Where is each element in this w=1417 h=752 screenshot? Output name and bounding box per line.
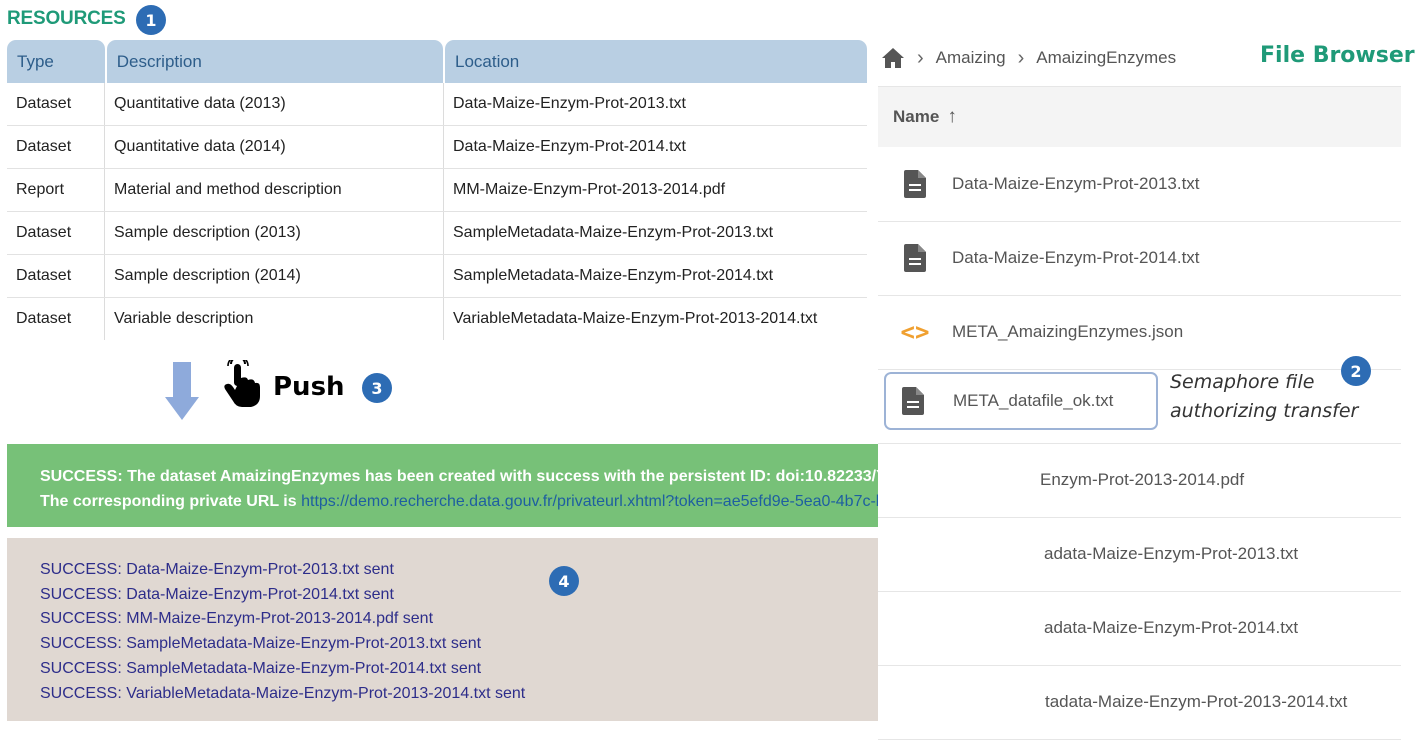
step-badge-1: 1 bbox=[136, 5, 166, 35]
column-header-location[interactable]: Location bbox=[444, 40, 867, 83]
name-header-label: Name bbox=[893, 107, 940, 126]
code-icon: <> bbox=[900, 318, 930, 346]
cell-type: Dataset bbox=[7, 298, 105, 340]
semaphore-annotation: Semaphore file authorizing transfer bbox=[1170, 368, 1358, 426]
step-badge-2: 2 bbox=[1341, 356, 1371, 386]
cell-description: Sample description (2013) bbox=[105, 212, 444, 254]
document-icon bbox=[904, 244, 926, 272]
table-row[interactable]: Report Material and method description M… bbox=[7, 169, 867, 212]
cell-description: Sample description (2014) bbox=[105, 255, 444, 297]
column-header-type[interactable]: Type bbox=[7, 40, 105, 83]
cell-type: Dataset bbox=[7, 83, 105, 125]
file-name: tadata-Maize-Enzym-Prot-2013-2014.txt bbox=[1045, 692, 1348, 711]
file-row[interactable]: Enzym-Prot-2013-2014.pdf bbox=[878, 443, 1401, 518]
breadcrumb-item[interactable]: Amaizing bbox=[936, 48, 1006, 68]
step-badge-3: 3 bbox=[362, 373, 392, 403]
resources-table: Type Description Location Dataset Quanti… bbox=[7, 40, 867, 340]
cell-location: VariableMetadata-Maize-Enzym-Prot-2013-2… bbox=[453, 310, 818, 327]
file-name: Enzym-Prot-2013-2014.pdf bbox=[1040, 470, 1245, 489]
table-row[interactable]: Dataset Sample description (2013) Sample… bbox=[7, 212, 867, 255]
table-row[interactable]: Dataset Quantitative data (2013) Data-Ma… bbox=[7, 83, 867, 126]
cell-location: Data-Maize-Enzym-Prot-2014.txt bbox=[453, 138, 686, 155]
table-row[interactable]: Dataset Variable description VariableMet… bbox=[7, 298, 867, 340]
cell-type: Dataset bbox=[7, 126, 105, 168]
file-row[interactable]: adata-Maize-Enzym-Prot-2014.txt bbox=[878, 591, 1401, 666]
cell-type: Report bbox=[7, 169, 105, 211]
semaphore-line-2: authorizing transfer bbox=[1170, 400, 1359, 422]
chevron-right-icon: › bbox=[917, 46, 924, 69]
cell-description: Quantitative data (2013) bbox=[105, 83, 444, 125]
table-header: Type Description Location bbox=[7, 40, 867, 83]
file-name: Data-Maize-Enzym-Prot-2013.txt bbox=[952, 174, 1200, 193]
file-name: META_datafile_ok.txt bbox=[953, 391, 1114, 410]
file-row[interactable]: Data-Maize-Enzym-Prot-2013.txt bbox=[878, 147, 1401, 222]
file-name: Data-Maize-Enzym-Prot-2014.txt bbox=[952, 248, 1200, 267]
private-url-prefix: The corresponding private URL is bbox=[40, 493, 302, 510]
file-row[interactable]: <> META_AmaizingEnzymes.json bbox=[878, 295, 1401, 370]
breadcrumb-item[interactable]: AmaizingEnzymes bbox=[1036, 48, 1176, 68]
home-icon[interactable] bbox=[881, 47, 905, 69]
cell-location: SampleMetadata-Maize-Enzym-Prot-2013.txt bbox=[453, 224, 774, 241]
cell-location: Data-Maize-Enzym-Prot-2013.txt bbox=[453, 95, 686, 112]
resources-title: RESOURCES bbox=[7, 8, 126, 29]
cell-type: Dataset bbox=[7, 212, 105, 254]
chevron-right-icon: › bbox=[1017, 46, 1025, 69]
column-header-description[interactable]: Description bbox=[106, 40, 443, 83]
file-browser-title: File Browser bbox=[1260, 43, 1415, 68]
cell-description: Material and method description bbox=[105, 169, 444, 211]
file-row[interactable]: Data-Maize-Enzym-Prot-2014.txt bbox=[878, 221, 1401, 296]
table-row[interactable]: Dataset Quantitative data (2014) Data-Ma… bbox=[7, 126, 867, 169]
down-arrow-shaft bbox=[173, 362, 191, 398]
step-badge-4: 4 bbox=[549, 566, 579, 596]
cell-description: Variable description bbox=[105, 298, 444, 340]
cell-location: MM-Maize-Enzym-Prot-2013-2014.pdf bbox=[453, 181, 726, 198]
file-name: adata-Maize-Enzym-Prot-2014.txt bbox=[1044, 618, 1299, 637]
sort-ascending-icon: ↑ bbox=[947, 106, 957, 127]
file-name: META_AmaizingEnzymes.json bbox=[952, 322, 1184, 341]
push-label: Push bbox=[273, 372, 345, 402]
table-row[interactable]: Dataset Sample description (2014) Sample… bbox=[7, 255, 867, 298]
document-icon bbox=[902, 387, 924, 415]
file-row[interactable]: adata-Maize-Enzym-Prot-2013.txt bbox=[878, 517, 1401, 592]
name-column-header[interactable]: Name ↑ bbox=[878, 86, 1401, 147]
file-row[interactable]: tadata-Maize-Enzym-Prot-2013-2014.txt bbox=[878, 665, 1401, 740]
cell-location: SampleMetadata-Maize-Enzym-Prot-2014.txt bbox=[453, 267, 774, 284]
hand-pointer-icon[interactable] bbox=[220, 360, 260, 408]
document-icon bbox=[904, 170, 926, 198]
cell-description: Quantitative data (2014) bbox=[105, 126, 444, 168]
cell-type: Dataset bbox=[7, 255, 105, 297]
file-name: adata-Maize-Enzym-Prot-2013.txt bbox=[1044, 544, 1299, 563]
down-arrow-icon bbox=[165, 397, 199, 420]
semaphore-line-1: Semaphore file bbox=[1170, 371, 1315, 393]
semaphore-file-highlight[interactable]: META_datafile_ok.txt bbox=[884, 372, 1158, 430]
